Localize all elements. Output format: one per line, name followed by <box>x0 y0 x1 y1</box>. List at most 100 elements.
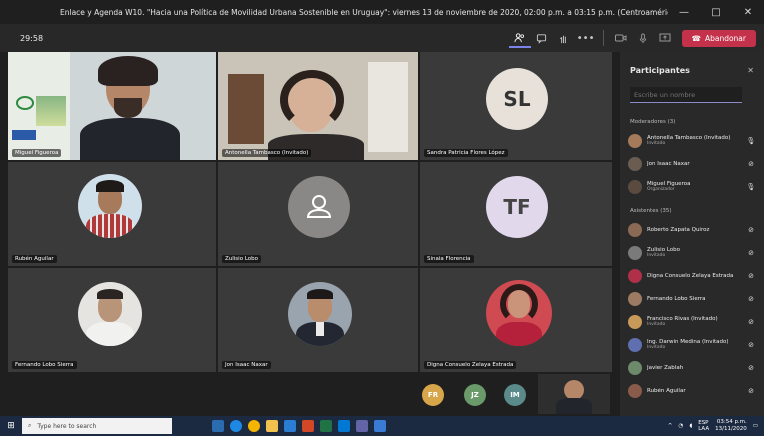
participant-photo <box>288 282 352 346</box>
windows-start-icon[interactable]: ⊞ <box>0 416 22 436</box>
video-tile[interactable]: Jon Isaac Naxar <box>218 268 418 372</box>
avatar <box>628 179 642 194</box>
microphone-muted-icon: ⊘ <box>748 340 754 349</box>
app-icon[interactable] <box>374 420 386 432</box>
participant-role: Organizador <box>647 187 675 192</box>
language-indicator[interactable]: ESP LAA <box>698 420 709 432</box>
word-icon[interactable] <box>284 420 296 432</box>
mini-avatar[interactable]: IM <box>504 384 526 406</box>
avatar <box>628 291 642 306</box>
mini-avatar[interactable]: JZ <box>464 384 486 406</box>
window-light <box>368 62 408 152</box>
participant-name: Digna Consuelo Zelaya Estrada <box>647 272 734 279</box>
participant-row[interactable]: Digna Consuelo Zelaya Estrada ⊘ <box>620 264 764 287</box>
tile-name-label: Miguel Figueroa <box>12 149 62 157</box>
tray-chevron-icon[interactable]: ^ <box>668 423 673 429</box>
participant-row[interactable]: Roberto Zapata Quiroz ⊘ <box>620 218 764 241</box>
microphone-icon: 🎙 <box>746 136 756 145</box>
taskbar-search-placeholder: Type here to search <box>37 422 97 430</box>
avatar <box>628 245 642 260</box>
video-tile[interactable]: Antonella Tambasco (Invitado) <box>218 52 418 160</box>
participant-photo <box>486 280 552 346</box>
participant-name: Roberto Zapata Quiroz <box>647 226 710 233</box>
volume-icon[interactable]: ◖ <box>689 423 692 429</box>
participant-photo <box>78 174 142 238</box>
maximize-button[interactable]: □ <box>700 0 732 24</box>
participant-photo <box>78 282 142 346</box>
moderators-section-label[interactable]: Moderadores (3) <box>620 109 764 129</box>
microphone-muted-icon: ⊘ <box>748 225 754 234</box>
taskbar-search-box[interactable]: ⌕ Type here to search <box>22 418 172 434</box>
microphone-muted-icon: ⊘ <box>748 363 754 372</box>
minimize-button[interactable]: — <box>668 0 700 24</box>
participant-initials-avatar: SL <box>486 68 548 130</box>
microphone-muted-icon: ⊘ <box>748 386 754 395</box>
acrobat-icon[interactable] <box>302 420 314 432</box>
chrome-icon[interactable] <box>248 420 260 432</box>
search-icon: ⌕ <box>28 422 32 429</box>
participant-row[interactable]: Antonella Tambasco (Invitado) Invitado 🎙 <box>620 129 764 152</box>
participants-title: Participantes <box>630 66 690 75</box>
leave-meeting-button[interactable]: ☎ Abandonar <box>681 29 756 47</box>
mini-avatar[interactable]: FR <box>422 384 444 406</box>
chat-icon[interactable] <box>531 28 553 48</box>
video-tile[interactable]: SL Sandra Patricia Flores López <box>420 52 612 160</box>
participant-search-input[interactable] <box>630 87 742 103</box>
microphone-muted-icon: ⊘ <box>748 271 754 280</box>
participant-row[interactable]: Zulisio Lobo Invitado ⊘ <box>620 241 764 264</box>
teams-icon[interactable] <box>356 420 368 432</box>
participant-row[interactable]: Rubén Aguilar ⊘ <box>620 379 764 402</box>
avatar <box>628 383 642 398</box>
video-tile[interactable]: Miguel Figueroa <box>8 52 216 160</box>
notifications-icon[interactable]: ▭ <box>753 423 758 429</box>
self-preview[interactable] <box>538 374 610 414</box>
avatar <box>628 337 642 352</box>
teams-meeting-window: Enlace y Agenda W10. "Hacia una Política… <box>0 0 764 436</box>
participant-row[interactable]: Francisco Rivas (Invitado) Invitado ⊘ <box>620 310 764 333</box>
participant-role: Invitado <box>647 253 666 258</box>
tile-name-label: Fernando Lobo Sierra <box>12 361 77 369</box>
participant-suit <box>80 118 180 160</box>
participant-hair <box>98 56 158 86</box>
microphone-muted-icon: ⊘ <box>748 248 754 257</box>
participant-row[interactable]: Ing. Darwin Medina (Invitado) Invitado ⊘ <box>620 333 764 356</box>
tile-name-label: Sinaia Florencia <box>424 255 474 263</box>
video-tile[interactable]: Fernando Lobo Sierra <box>8 268 216 372</box>
excel-icon[interactable] <box>320 420 332 432</box>
participants-header: Participantes ✕ <box>620 52 764 81</box>
video-tile[interactable]: TF Sinaia Florencia <box>420 162 612 266</box>
task-view-icon[interactable] <box>212 420 224 432</box>
network-icon[interactable]: ◔ <box>679 423 684 429</box>
video-grid: Miguel Figueroa Antonella Tambasco (Invi… <box>8 52 612 372</box>
avatar <box>628 222 642 237</box>
participant-name: Javier Zablah <box>647 364 684 371</box>
close-panel-icon[interactable]: ✕ <box>747 66 754 75</box>
windows-taskbar: ⊞ ⌕ Type here to search ^ ◔ ◖ ESP LAA 03… <box>0 416 764 436</box>
file-explorer-icon[interactable] <box>266 420 278 432</box>
video-tile[interactable]: Zulisio Lobo <box>218 162 418 266</box>
participant-beard <box>114 98 142 118</box>
video-tile[interactable]: Rubén Aguilar <box>8 162 216 266</box>
tile-name-label: Rubén Aguilar <box>12 255 57 263</box>
participant-row[interactable]: Javier Zablah ⊘ <box>620 356 764 379</box>
attendees-section-label[interactable]: Asistentes (35) <box>620 198 764 218</box>
bookshelf <box>228 74 264 144</box>
video-tile[interactable]: Digna Consuelo Zelaya Estrada <box>420 268 612 372</box>
participants-toggle-icon[interactable] <box>508 28 531 48</box>
clock[interactable]: 03:54 p.m. 13/11/2020 <box>715 419 747 433</box>
clock-time: 03:54 p.m. <box>716 419 747 425</box>
avatar <box>628 314 642 329</box>
outlook-icon[interactable] <box>338 420 350 432</box>
participant-row[interactable]: Miguel Figueroa Organizador 🎙 <box>620 175 764 198</box>
more-options-icon[interactable]: ••• <box>575 28 597 48</box>
camera-icon[interactable] <box>610 28 632 48</box>
share-screen-icon[interactable] <box>654 28 676 48</box>
raise-hand-icon[interactable] <box>553 28 575 48</box>
participant-initials-avatar: TF <box>486 176 548 238</box>
participant-row[interactable]: Jon Isaac Naxar ⊘ <box>620 152 764 175</box>
edge-icon[interactable] <box>230 420 242 432</box>
window-title: Enlace y Agenda W10. "Hacia una Política… <box>60 7 668 17</box>
participant-row[interactable]: Fernando Lobo Sierra ⊘ <box>620 287 764 310</box>
microphone-icon[interactable] <box>632 28 654 48</box>
close-window-button[interactable]: ✕ <box>732 0 764 24</box>
